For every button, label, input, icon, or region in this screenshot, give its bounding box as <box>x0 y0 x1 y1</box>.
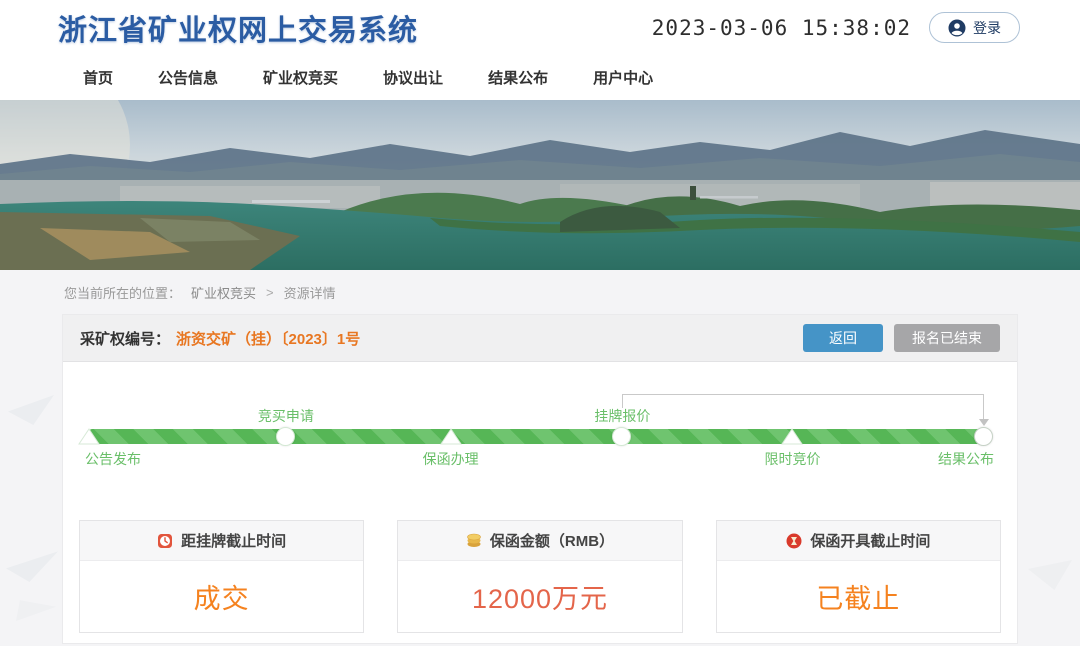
breadcrumb-separator: > <box>266 285 274 300</box>
site-title: 浙江省矿业权网上交易系统 <box>58 7 418 49</box>
timeline-step-label: 竞买申请 <box>258 406 314 426</box>
registration-closed-button[interactable]: 报名已结束 <box>894 324 1000 352</box>
card-value: 已截止 <box>816 577 900 616</box>
card-title: 保函开具截止时间 <box>810 530 930 551</box>
timeline-step-label: 公告发布 <box>85 449 141 469</box>
breadcrumb-current: 资源详情 <box>284 283 336 302</box>
panel-header: 采矿权编号： 浙资交矿（挂）〔2023〕1号 返回 报名已结束 <box>63 315 1017 362</box>
timeline-bracket-arrow-icon <box>979 419 989 426</box>
user-avatar-icon <box>948 19 966 37</box>
main-nav: 首页 公告信息 矿业权竞买 协议出让 结果公布 用户中心 <box>0 55 1080 100</box>
timeline-step-label: 结果公布 <box>938 449 994 469</box>
card-title: 距挂牌截止时间 <box>181 530 286 551</box>
card-value: 成交 <box>194 577 250 616</box>
card-title: 保函金额（RMB） <box>490 530 614 551</box>
top-header: 浙江省矿业权网上交易系统 2023-03-06 15:38:02 登录 <box>0 0 1080 55</box>
nav-item-mining-bidding[interactable]: 矿业权竞买 <box>263 67 338 88</box>
breadcrumb: 您当前所在的位置： 矿业权竞买 > 资源详情 <box>0 270 1080 314</box>
timeline-progress-bar <box>89 429 984 444</box>
triangle-marker-icon <box>440 428 462 445</box>
back-button[interactable]: 返回 <box>803 324 883 352</box>
nav-item-results[interactable]: 结果公布 <box>488 67 548 88</box>
login-button-label: 登录 <box>973 18 1001 38</box>
nav-item-agreement-transfer[interactable]: 协议出让 <box>383 67 443 88</box>
mining-right-number-value: 浙资交矿（挂）〔2023〕1号 <box>176 328 360 349</box>
triangle-marker-icon <box>781 428 803 445</box>
timeline-bracket-connector <box>622 394 984 395</box>
nav-item-home[interactable]: 首页 <box>83 67 113 88</box>
nav-item-user-center[interactable]: 用户中心 <box>593 67 653 88</box>
listing-deadline-card: 距挂牌截止时间 成交 <box>79 520 364 633</box>
datetime-display: 2023-03-06 15:38:02 <box>652 16 911 40</box>
breadcrumb-section-link[interactable]: 矿业权竞买 <box>191 283 256 302</box>
hourglass-icon <box>786 533 802 549</box>
circle-marker-icon <box>276 427 295 446</box>
login-button[interactable]: 登录 <box>929 12 1020 43</box>
triangle-marker-icon <box>78 428 100 445</box>
coins-icon <box>466 533 482 548</box>
nav-item-announcements[interactable]: 公告信息 <box>158 67 218 88</box>
card-value: 12000万元 <box>472 577 608 616</box>
resource-detail-panel: 采矿权编号： 浙资交矿（挂）〔2023〕1号 返回 报名已结束 公告发布 竞买申… <box>62 314 1018 644</box>
mining-right-number-label: 采矿权编号： <box>80 328 170 349</box>
alarm-clock-icon <box>157 533 173 549</box>
guarantee-amount-card: 保函金额（RMB） 12000万元 <box>397 520 682 633</box>
timeline-step-label: 挂牌报价 <box>594 406 650 426</box>
breadcrumb-prefix: 您当前所在的位置： <box>64 283 181 302</box>
banner-image <box>0 100 1080 270</box>
circle-marker-icon <box>974 427 993 446</box>
guarantee-issue-deadline-card: 保函开具截止时间 已截止 <box>716 520 1001 633</box>
info-cards-row: 距挂牌截止时间 成交 保函金额（RMB） <box>63 520 1017 633</box>
timeline-bracket-right <box>983 394 984 420</box>
process-timeline: 公告发布 竞买申请 保函办理 挂牌报价 限时竞价 <box>89 362 984 478</box>
timeline-step-label: 限时竞价 <box>764 449 820 469</box>
timeline-step-label: 保函办理 <box>423 449 479 469</box>
